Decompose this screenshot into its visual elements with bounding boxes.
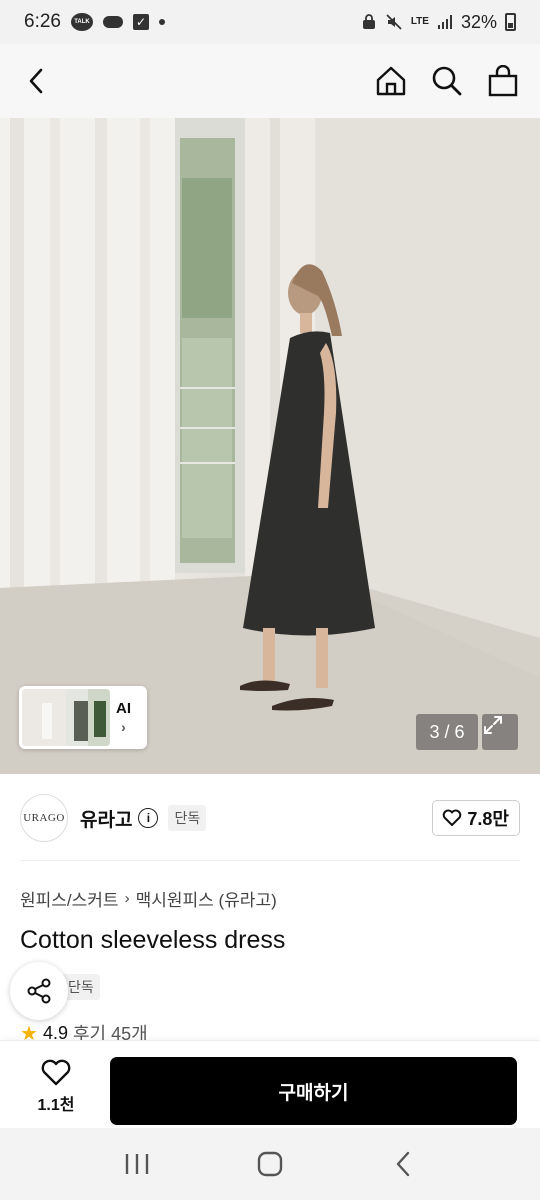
kakaotalk-icon: TALK xyxy=(70,13,93,31)
cart-button[interactable] xyxy=(486,64,520,98)
notification-dot-icon xyxy=(158,19,165,25)
home-button[interactable] xyxy=(374,64,408,98)
heart-icon xyxy=(41,1059,71,1086)
search-button[interactable] xyxy=(430,64,464,98)
battery-icon xyxy=(505,13,516,31)
product-image-gallery[interactable]: AI › 3 / 6 xyxy=(0,118,540,774)
recent-apps-button[interactable] xyxy=(117,1144,157,1184)
brand-logo[interactable]: URAGO xyxy=(20,794,68,842)
back-button[interactable] xyxy=(20,64,54,98)
signal-icon xyxy=(437,15,452,29)
search-icon xyxy=(432,66,462,96)
cloud-icon xyxy=(102,16,123,28)
product-title: Cotton sleeveless dress xyxy=(20,926,286,954)
buy-button[interactable]: 구매하기 xyxy=(110,1057,517,1125)
exclusive-tag: 단독 xyxy=(168,805,207,831)
ai-thumbnail-image xyxy=(22,689,110,746)
share-icon xyxy=(27,978,51,1004)
ai-label-group: AI › xyxy=(116,700,131,735)
brand-like-count: 7.8만 xyxy=(467,809,509,829)
purchase-action-bar: 1.1천 구매하기 xyxy=(0,1040,540,1128)
share-button[interactable] xyxy=(10,962,68,1020)
home-icon xyxy=(376,66,406,96)
wishlist-count: 1.1천 xyxy=(37,1097,75,1114)
status-bar: 6:26 TALK ✓ LTE 32% xyxy=(0,0,540,44)
thumbnail-photo xyxy=(22,689,110,746)
top-nav xyxy=(0,44,540,118)
heart-icon xyxy=(443,809,462,826)
back-arrow-icon xyxy=(397,1151,410,1177)
system-navigation-bar xyxy=(0,1128,540,1200)
expand-icon xyxy=(484,716,502,734)
breadcrumb-subcategory[interactable]: 맥시원피스 (유라고) xyxy=(136,886,277,911)
expand-image-button[interactable] xyxy=(482,714,518,750)
chevron-right-icon: › xyxy=(124,890,130,907)
info-icon[interactable]: i xyxy=(138,808,159,828)
product-photo xyxy=(0,118,540,774)
image-counter: 3 / 6 xyxy=(416,714,478,750)
status-time: 6:26 xyxy=(24,11,61,32)
recent-apps-icon xyxy=(125,1154,148,1174)
lock-icon xyxy=(362,14,375,29)
breadcrumb: 원피스/스커트 › 맥시원피스 (유라고) xyxy=(20,886,277,911)
mute-icon xyxy=(386,14,402,30)
network-type: LTE xyxy=(410,16,429,27)
ai-styling-thumbnail[interactable]: AI › xyxy=(19,686,147,749)
home-circle-icon xyxy=(257,1151,283,1177)
breadcrumb-category[interactable]: 원피스/스커트 xyxy=(20,886,119,911)
checkbox-notification-icon: ✓ xyxy=(132,14,149,30)
brand-like-button[interactable]: 7.8만 xyxy=(432,800,520,836)
wishlist-button[interactable]: 1.1천 xyxy=(28,1059,84,1115)
brand-name[interactable]: 유라고 xyxy=(80,805,132,832)
battery-percent: 32% xyxy=(460,11,497,32)
divider xyxy=(20,860,520,861)
back-nav-button[interactable] xyxy=(383,1144,423,1184)
chevron-right-icon: › xyxy=(121,719,126,735)
shopping-bag-icon xyxy=(488,65,518,97)
chevron-left-icon xyxy=(29,68,43,94)
brand-row: URAGO 유라고 i 단독 7.8만 xyxy=(20,794,520,842)
ai-label: AI xyxy=(116,700,131,717)
home-nav-button[interactable] xyxy=(250,1144,290,1184)
